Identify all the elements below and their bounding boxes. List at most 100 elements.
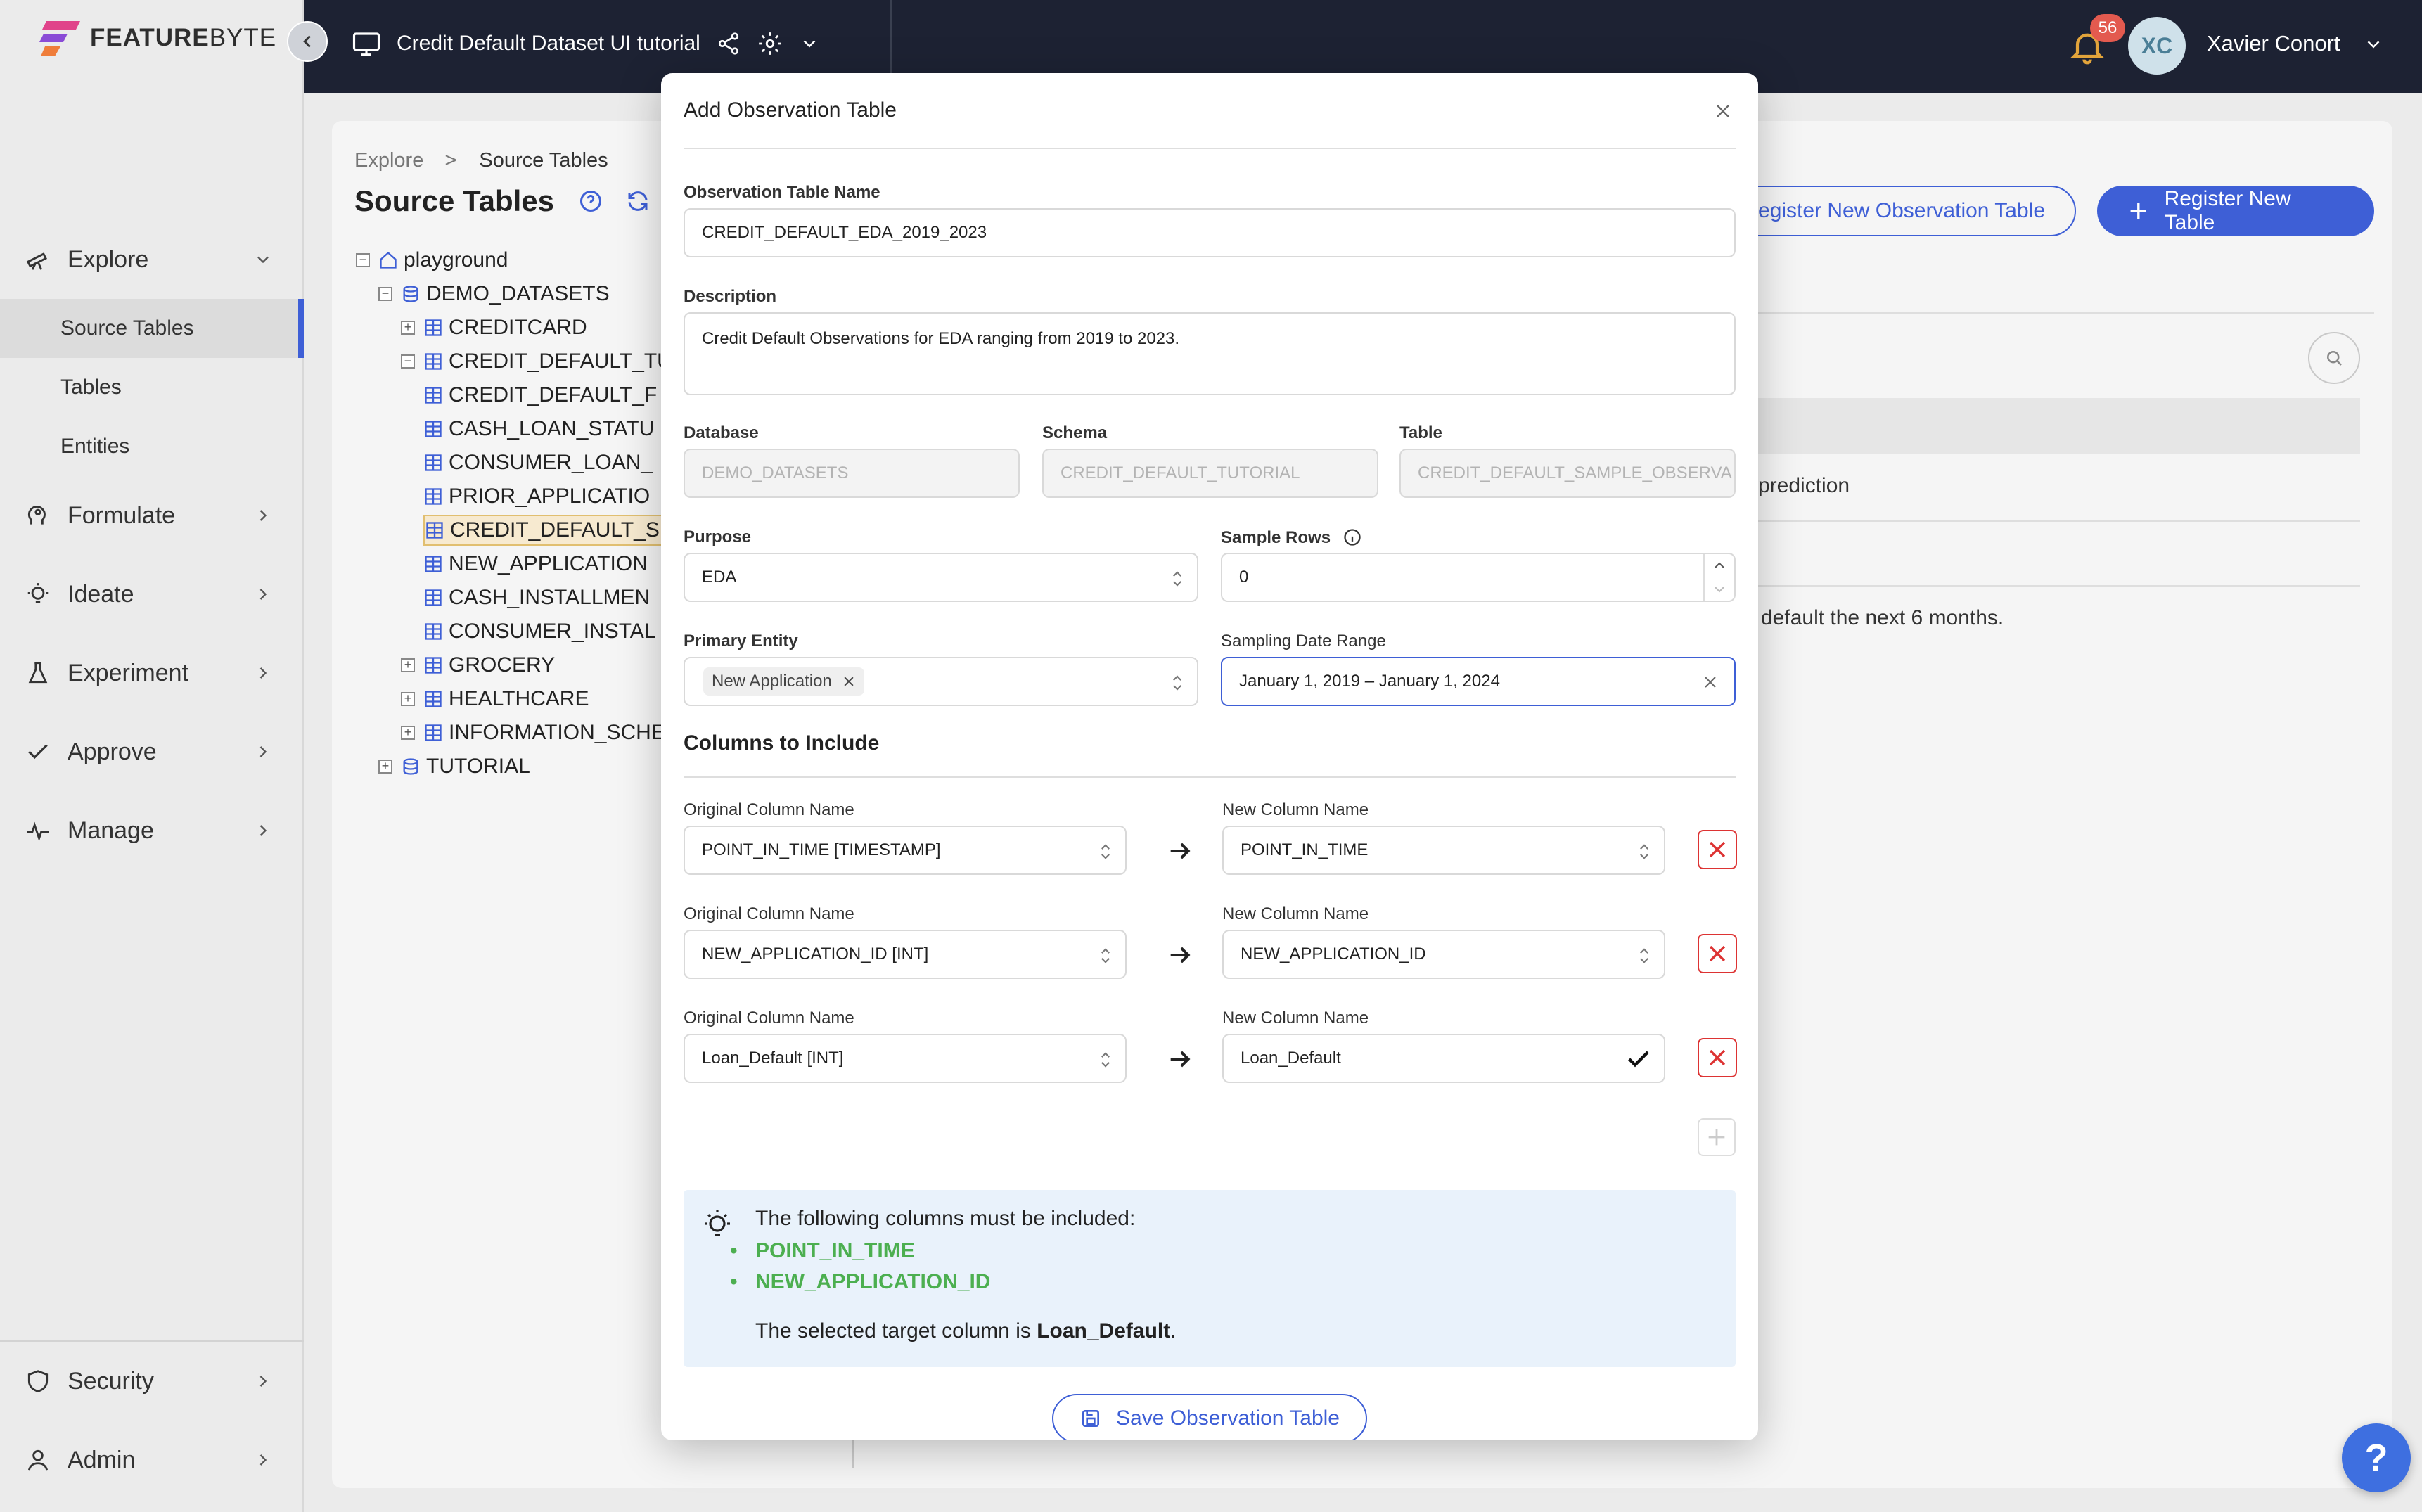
tree-node[interactable]: + GROCERY — [401, 650, 555, 681]
chevron-right-icon — [260, 589, 267, 600]
tree-node[interactable]: − CREDIT_DEFAULT_TUT — [401, 346, 685, 377]
database-icon — [403, 758, 418, 775]
save-observation-table-button[interactable]: Save Observation Table — [1052, 1394, 1367, 1440]
tree-node-label: CREDIT_DEFAULT_S — [450, 518, 660, 542]
nav-approve-label: Approve — [68, 738, 157, 765]
expand-icon[interactable]: + — [401, 726, 415, 740]
nav-source-tables[interactable]: Source Tables — [0, 299, 304, 358]
close-icon[interactable] — [842, 674, 856, 688]
add-observation-table-modal: Add Observation Table Observation Table … — [661, 73, 1758, 1440]
chevron-right-icon — [260, 510, 267, 521]
tree-node[interactable]: − DEMO_DATASETS — [378, 278, 610, 309]
sample-rows-input[interactable]: 0 — [1221, 553, 1736, 602]
nav-admin-label: Admin — [68, 1446, 136, 1473]
expand-icon[interactable]: + — [401, 692, 415, 706]
sampling-date-range-input[interactable]: January 1, 2019 – January 1, 2024 — [1221, 657, 1736, 706]
nav-manage[interactable]: Manage — [0, 801, 304, 860]
tree-node[interactable]: + HEALTHCARE — [401, 684, 589, 715]
avatar[interactable]: XC — [2128, 17, 2186, 75]
chevron-down-icon[interactable] — [2363, 34, 2384, 55]
chevron-down-icon[interactable] — [799, 33, 820, 54]
nav-ideate[interactable]: Ideate — [0, 565, 304, 624]
select-arrows-icon — [1101, 948, 1110, 963]
tree-node-label: INFORMATION_SCHEM — [449, 721, 683, 744]
register-table-button[interactable]: Register New Table — [2097, 186, 2374, 236]
purpose-select[interactable]: EDA — [684, 553, 1198, 602]
tree-node[interactable]: CREDIT_DEFAULT_F — [423, 380, 657, 411]
share-icon[interactable] — [716, 31, 741, 56]
chevron-up-icon[interactable] — [1711, 557, 1728, 574]
new-column-input[interactable]: Loan_Default — [1222, 1034, 1665, 1083]
close-icon[interactable] — [1713, 101, 1733, 121]
select-arrows-icon — [1640, 844, 1648, 859]
nav-experiment[interactable]: Experiment — [0, 643, 304, 703]
help-icon[interactable] — [578, 188, 603, 214]
divider — [1751, 312, 2374, 314]
lightbulb-icon — [24, 580, 52, 608]
collapse-sidebar-button[interactable] — [287, 21, 328, 62]
new-column-select[interactable]: NEW_APPLICATION_ID — [1222, 930, 1665, 979]
chevron-down-icon[interactable] — [1711, 581, 1728, 598]
collapse-icon[interactable]: − — [378, 287, 392, 301]
close-icon — [1709, 1049, 1726, 1066]
breadcrumb-current: Source Tables — [479, 149, 608, 172]
tree-node[interactable]: + CREDITCARD — [401, 312, 587, 343]
expand-icon[interactable]: + — [378, 760, 392, 774]
new-column-select[interactable]: POINT_IN_TIME — [1222, 826, 1665, 875]
new-column-label: New Column Name — [1222, 800, 1369, 819]
new-column-value: POINT_IN_TIME — [1241, 840, 1369, 859]
sampling-date-range-label: Sampling Date Range — [1221, 632, 1386, 651]
divider — [1751, 520, 2360, 522]
nav-security[interactable]: Security — [0, 1352, 304, 1411]
observation-table-name-input[interactable]: CREDIT_DEFAULT_EDA_2019_2023 — [684, 208, 1736, 257]
chevron-right-icon — [260, 825, 267, 836]
tree-node-label: HEALTHCARE — [449, 687, 589, 710]
expand-icon[interactable]: + — [401, 658, 415, 672]
remove-column-button[interactable] — [1698, 1038, 1737, 1077]
user-name[interactable]: Xavier Conort — [2207, 31, 2340, 56]
add-column-button[interactable] — [1698, 1118, 1736, 1156]
tree-node[interactable]: CASH_LOAN_STATU — [423, 414, 654, 444]
nav-admin[interactable]: Admin — [0, 1430, 304, 1489]
nav-approve[interactable]: Approve — [0, 722, 304, 781]
original-column-select[interactable]: Loan_Default [INT] — [684, 1034, 1127, 1083]
tree-node[interactable]: + INFORMATION_SCHEM — [401, 717, 683, 748]
refresh-icon[interactable] — [625, 188, 651, 214]
nav-tables[interactable]: Tables — [0, 358, 304, 417]
remove-column-button[interactable] — [1698, 830, 1737, 869]
catalog-title: Credit Default Dataset UI tutorial — [397, 32, 700, 55]
date-range-value: January 1, 2019 – January 1, 2024 — [1239, 672, 1500, 691]
collapse-icon[interactable]: − — [401, 354, 415, 369]
original-column-select[interactable]: POINT_IN_TIME [TIMESTAMP] — [684, 826, 1127, 875]
description-textarea[interactable]: Credit Default Observations for EDA rang… — [684, 312, 1736, 395]
nav-formulate[interactable]: Formulate — [0, 486, 304, 545]
tree-node[interactable]: − playground — [356, 245, 508, 276]
tree-node[interactable]: CREDIT_DEFAULT_S — [423, 515, 664, 546]
search-button[interactable] — [2308, 332, 2360, 384]
remove-column-button[interactable] — [1698, 934, 1737, 973]
select-arrows-icon — [1640, 948, 1648, 963]
primary-entity-select[interactable]: New Application — [684, 657, 1198, 706]
tree-node[interactable]: CONSUMER_LOAN_ — [423, 447, 653, 478]
catalog-selector[interactable]: Credit Default Dataset UI tutorial — [352, 21, 820, 66]
tree-node[interactable]: NEW_APPLICATION — [423, 549, 648, 579]
help-button[interactable]: ? — [2342, 1423, 2411, 1492]
original-column-select[interactable]: NEW_APPLICATION_ID [INT] — [684, 930, 1127, 979]
quantity-stepper[interactable] — [1703, 554, 1734, 601]
gear-icon[interactable] — [757, 30, 783, 57]
expand-icon[interactable]: + — [401, 321, 415, 335]
info-icon[interactable] — [1343, 527, 1362, 547]
nav-entities[interactable]: Entities — [0, 417, 304, 476]
tree-node-label: playground — [404, 248, 508, 271]
nav-explore[interactable]: Explore — [0, 230, 304, 289]
close-icon[interactable] — [1702, 674, 1719, 691]
modal-title: Add Observation Table — [684, 98, 897, 122]
arrow-right-icon — [1170, 1051, 1191, 1068]
tree-node[interactable]: CASH_INSTALLMEN — [423, 582, 650, 613]
breadcrumb-explore[interactable]: Explore — [354, 149, 423, 172]
tree-node[interactable]: PRIOR_APPLICATIO — [423, 481, 650, 512]
primary-entity-label: Primary Entity — [684, 632, 798, 651]
collapse-icon[interactable]: − — [356, 253, 370, 267]
tree-node[interactable]: + TUTORIAL — [378, 751, 530, 782]
tree-node[interactable]: CONSUMER_INSTAL — [423, 616, 656, 647]
